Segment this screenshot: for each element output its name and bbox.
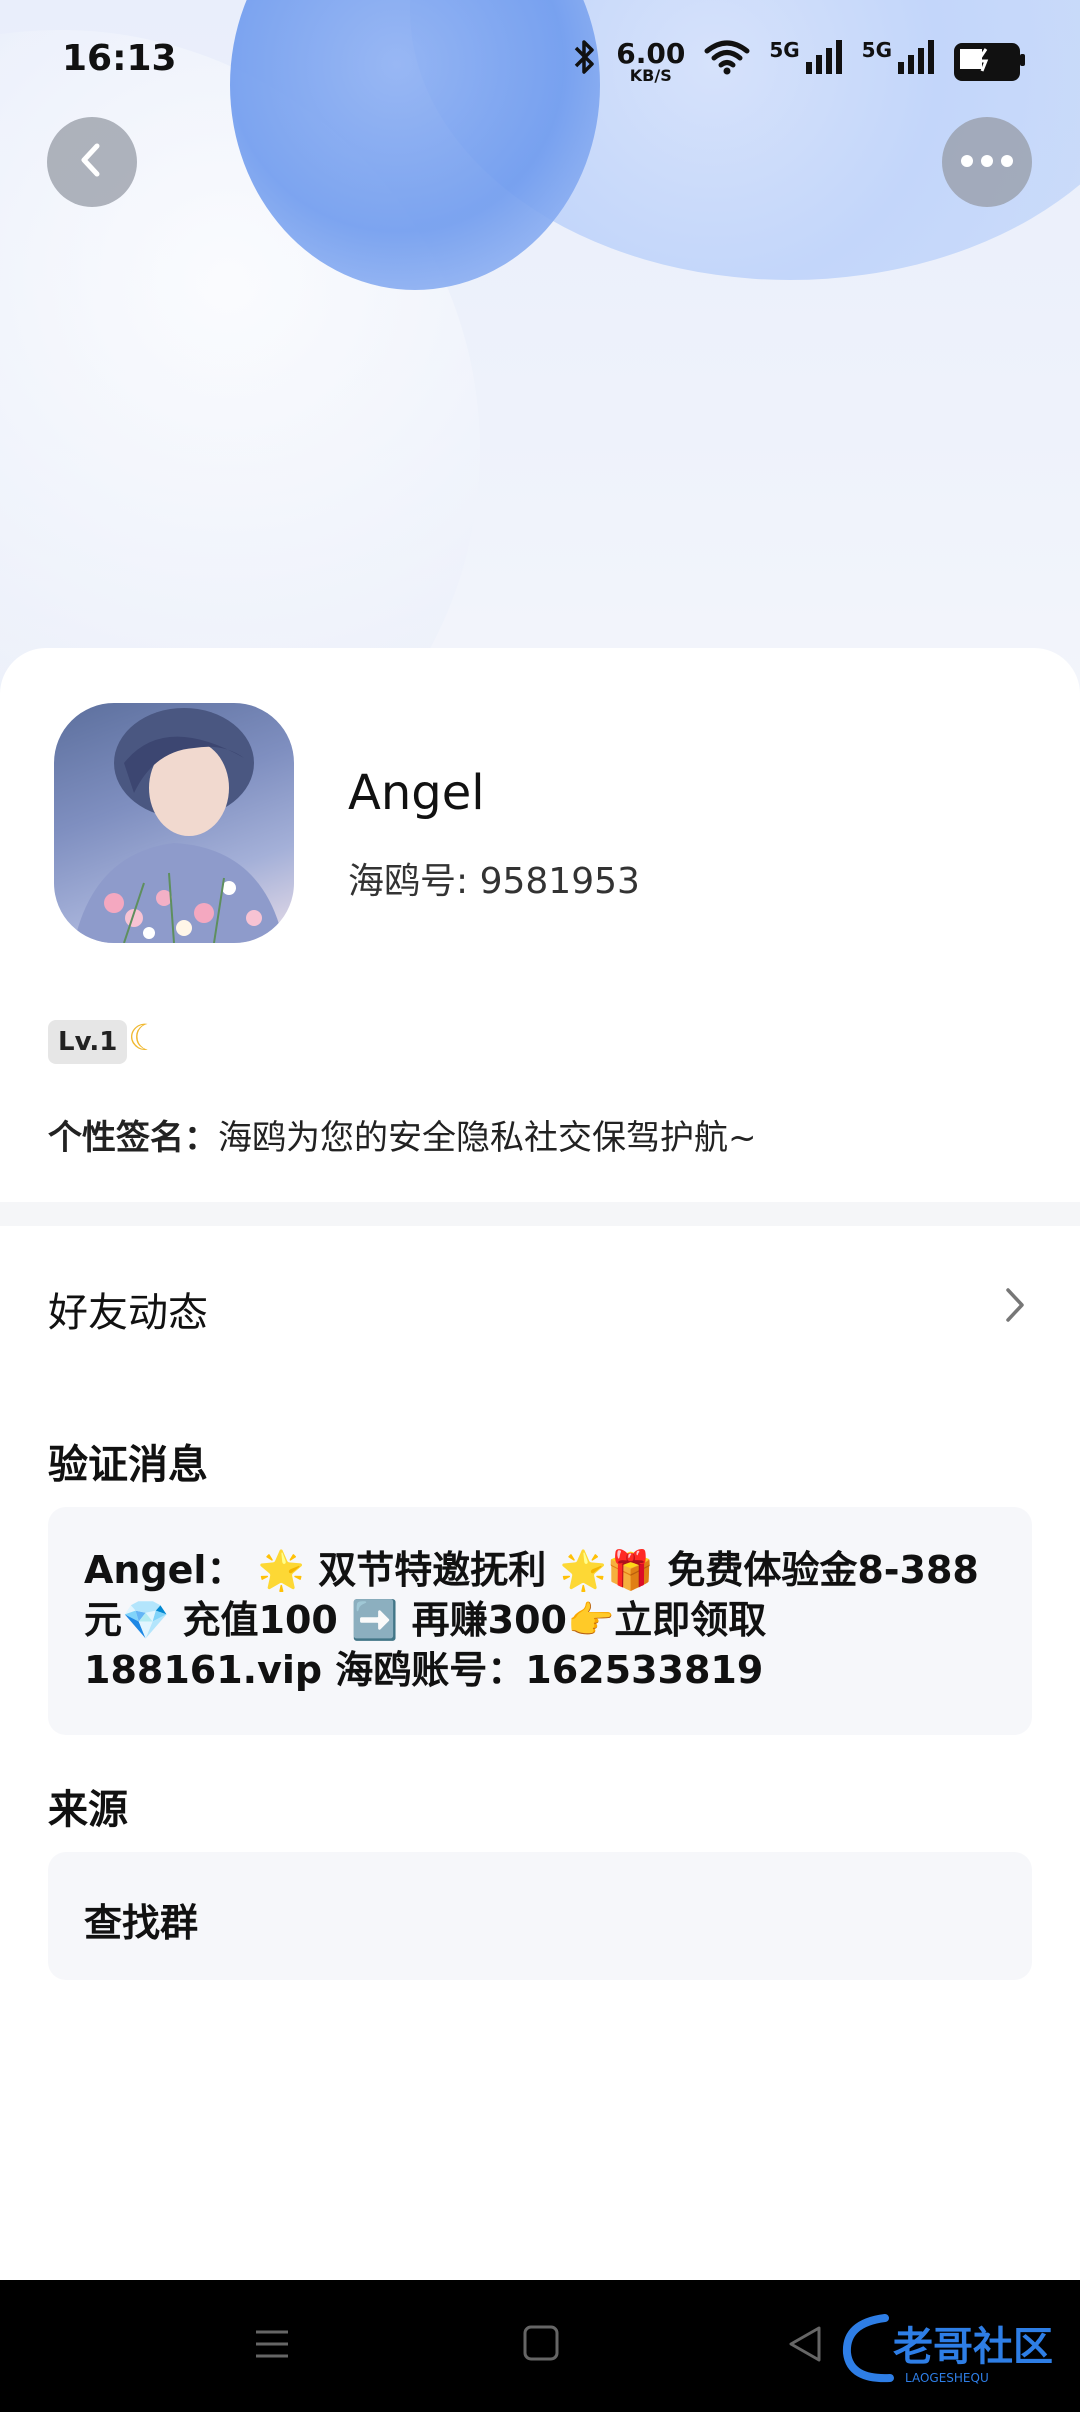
back-triangle-icon[interactable] bbox=[785, 2324, 825, 2374]
svg-text:老哥社区: 老哥社区 bbox=[893, 2324, 1053, 2370]
signature-label: 个性签名： bbox=[48, 1118, 218, 1158]
back-button[interactable] bbox=[47, 117, 137, 207]
more-options-button[interactable] bbox=[942, 117, 1032, 207]
chevron-left-icon bbox=[72, 140, 112, 184]
profile-name: Angel bbox=[348, 765, 485, 821]
watermark-logo: 老哥社区 LAOGESHEQU bbox=[835, 2308, 1065, 2388]
network-type-label-2: 5G bbox=[861, 37, 892, 62]
signal-icon bbox=[804, 40, 844, 83]
network-type-label: 5G bbox=[769, 37, 800, 62]
home-icon[interactable] bbox=[522, 2324, 560, 2372]
wifi-icon bbox=[703, 39, 751, 84]
friends-activity-row[interactable]: 好友动态 bbox=[0, 1230, 1080, 1380]
battery-icon bbox=[954, 42, 1025, 81]
source-box: 查找群 bbox=[48, 1852, 1032, 1980]
more-dots-icon bbox=[960, 153, 1014, 172]
level-badge: Lv.1 bbox=[48, 1020, 128, 1064]
signal-icon-2 bbox=[896, 40, 936, 83]
svg-text:LAOGESHEQU: LAOGESHEQU bbox=[905, 2371, 989, 2385]
friends-activity-label: 好友动态 bbox=[48, 1290, 208, 1336]
status-time: 16:13 bbox=[62, 38, 177, 79]
verification-message: Angel： 🌟 双节特邀抚利 🌟🎁 免费体验金8-388元💎 充值100 ➡️… bbox=[84, 1548, 979, 1692]
chevron-right-icon bbox=[1000, 1285, 1030, 1336]
moon-icon: ☾ bbox=[128, 1018, 161, 1059]
section-divider bbox=[0, 1202, 1080, 1226]
source-value: 查找群 bbox=[84, 1901, 199, 1945]
verification-message-box: Angel： 🌟 双节特邀抚利 🌟🎁 免费体验金8-388元💎 充值100 ➡️… bbox=[48, 1507, 1032, 1735]
signature: 个性签名：海鸥为您的安全隐私社交保驾护航~ bbox=[48, 1110, 757, 1159]
network-speed: 6.00 KB/S bbox=[616, 36, 686, 85]
bluetooth-icon bbox=[570, 38, 598, 85]
verification-title: 验证消息 bbox=[48, 1442, 208, 1488]
source-title: 来源 bbox=[48, 1787, 128, 1833]
avatar[interactable] bbox=[54, 703, 294, 943]
status-icons: 6.00 KB/S 5G 5G bbox=[570, 36, 1025, 85]
signature-text: 海鸥为您的安全隐私社交保驾护航~ bbox=[218, 1118, 757, 1158]
profile-id[interactable]: 海鸥号: 9581953 bbox=[348, 852, 640, 904]
menu-icon[interactable] bbox=[252, 2324, 292, 2374]
system-navigation-bar: 老哥社区 LAOGESHEQU bbox=[0, 2280, 1080, 2412]
status-bar: 16:13 6.00 KB/S 5G 5G bbox=[0, 0, 1080, 120]
